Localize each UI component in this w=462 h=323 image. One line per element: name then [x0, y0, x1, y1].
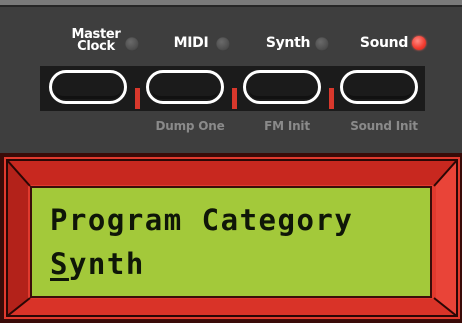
midi-label: MIDI	[173, 35, 209, 51]
lcd-line-1: Program Category	[50, 203, 354, 237]
master-clock-led-icon	[125, 37, 139, 51]
midi-button[interactable]	[146, 70, 224, 104]
sound-led-icon	[412, 36, 426, 50]
master-clock-label: Master Clock	[70, 28, 122, 54]
button-separator	[232, 88, 237, 109]
sound-label: Sound	[359, 35, 409, 51]
master-clock-button[interactable]	[49, 70, 127, 104]
sound-button[interactable]	[340, 70, 418, 104]
sound-init-label: Sound Init	[350, 119, 418, 133]
midi-led-icon	[216, 37, 230, 51]
synth-control-panel: Master Clock MIDI Synth Sound Dump One F…	[0, 0, 462, 323]
dump-one-label: Dump One	[155, 119, 225, 133]
button-separator	[135, 88, 140, 109]
lcd-line-2: Synth	[50, 248, 145, 280]
lcd-cursor-char: S	[50, 247, 69, 281]
button-separator	[329, 88, 334, 109]
master-clock-label-line2: Clock	[77, 39, 115, 54]
lcd-line-2-text: ynth	[68, 247, 145, 281]
top-divider-shadow	[0, 5, 462, 7]
fm-init-label: FM Init	[264, 119, 310, 133]
synth-label: Synth	[265, 35, 311, 51]
synth-led-icon	[315, 37, 329, 51]
lcd-screen: Program Category Synth	[30, 186, 432, 298]
synth-button[interactable]	[243, 70, 321, 104]
